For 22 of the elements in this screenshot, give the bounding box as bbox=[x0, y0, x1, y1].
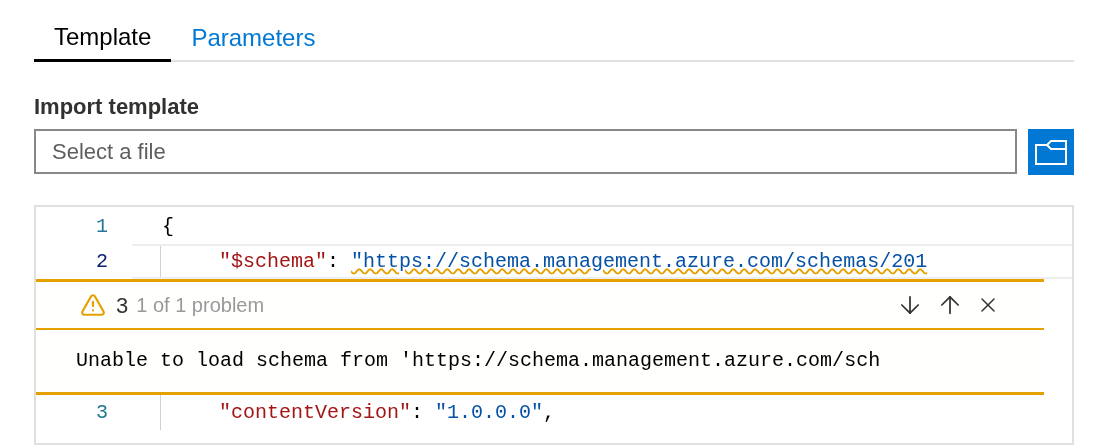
problem-message: Unable to load schema from 'https://schema.management.azure.com/sch bbox=[75, 348, 882, 374]
field-label: Import template bbox=[34, 93, 201, 121]
code-token: , bbox=[543, 399, 556, 426]
file-field[interactable]: Select a file bbox=[34, 129, 1017, 174]
code-token: "contentVersion" bbox=[219, 399, 412, 426]
code-token: "1.0.0.0" bbox=[435, 399, 544, 426]
code-token: : bbox=[327, 248, 341, 275]
line-number: 2 bbox=[95, 248, 109, 275]
code-token: "$schema" bbox=[219, 248, 328, 275]
browse-button[interactable] bbox=[1028, 129, 1074, 175]
problem-count: 3 bbox=[116, 291, 129, 320]
code-editor[interactable]: 1 { 2 "$schema": "https://schema.management.azure.com/schemas/201 3 1 of 1 problem Unable to load schema from 'https://schema.management.azure.com/sch 3 "contentVersion": "1.0.0.0", bbox=[34, 205, 1074, 445]
warning-icon bbox=[80, 292, 106, 318]
line-number: 3 bbox=[95, 399, 109, 426]
tab[interactable]: Template bbox=[34, 14, 172, 62]
folder-icon bbox=[1035, 139, 1067, 165]
problem-summary: 1 of 1 problem bbox=[136, 293, 265, 318]
tab[interactable]: Parameters bbox=[171, 14, 336, 62]
code-token: { bbox=[162, 213, 174, 240]
code-token: : bbox=[411, 399, 425, 426]
line-number: 1 bbox=[95, 213, 109, 240]
code-token: "https://schema.management.azure.com/schemas/201 bbox=[351, 248, 928, 275]
